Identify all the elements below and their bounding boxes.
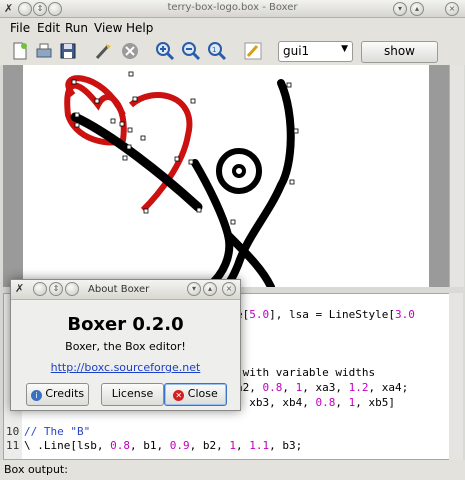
license-button[interactable]: License bbox=[101, 383, 164, 406]
code-token: with variable widths bbox=[236, 366, 376, 380]
logo-drawing[interactable] bbox=[23, 65, 429, 287]
new-file-icon[interactable] bbox=[10, 41, 30, 61]
info-icon: i bbox=[30, 390, 42, 401]
app-logo-icon[interactable]: ✗ bbox=[15, 282, 24, 295]
code-number: 0.8 bbox=[262, 381, 283, 394]
dialog-menu-button[interactable] bbox=[33, 282, 47, 296]
chevron-down-icon: ▼ bbox=[341, 44, 348, 54]
menu-help[interactable]: Help bbox=[126, 21, 153, 35]
code-text: \ .Line[lsb, 0.8, b1, 0.9, b2, 1, 1.1, b… bbox=[24, 439, 302, 452]
credits-button[interactable]: i Credits bbox=[26, 383, 89, 406]
close-button[interactable]: ✕ Close bbox=[164, 383, 227, 406]
code-token: , xb3, xb4, bbox=[236, 395, 316, 409]
run-icon[interactable] bbox=[94, 41, 114, 61]
code-token: , bbox=[282, 381, 296, 394]
code-number: 5.0 bbox=[249, 308, 270, 321]
print-icon[interactable] bbox=[34, 41, 54, 61]
code-token: , b3; bbox=[269, 439, 303, 453]
code-number: 1 bbox=[229, 439, 236, 453]
canvas-area[interactable] bbox=[3, 65, 449, 287]
code-text: a2, 0.8, 1, xa3, 1.2, xa4; bbox=[236, 381, 408, 394]
zoom-fit-icon[interactable]: 1 bbox=[207, 41, 227, 61]
line-number: 10 bbox=[6, 424, 20, 438]
line-number: 11 bbox=[6, 439, 20, 453]
view-select-value: gui1 bbox=[283, 44, 310, 58]
program-name: Boxer 0.2.0 bbox=[67, 314, 184, 335]
code-number: 1.2 bbox=[348, 381, 369, 394]
menu-edit[interactable]: Edit bbox=[37, 21, 60, 35]
dialog-close-icon[interactable]: × bbox=[222, 282, 236, 296]
code-comment: // The "B" bbox=[24, 424, 91, 438]
about-dialog-titlebar[interactable]: ✗ ⇕ About Boxer ▾ ▴ × bbox=[11, 280, 240, 300]
code-number: 0.9 bbox=[169, 439, 190, 453]
stop-icon[interactable] bbox=[120, 41, 140, 61]
code-token: , bbox=[335, 395, 349, 409]
about-dialog: ✗ ⇕ About Boxer ▾ ▴ × Boxer 0.2.0 Boxer,… bbox=[10, 279, 241, 411]
status-bar: Box output: bbox=[0, 460, 465, 480]
show-button[interactable]: show bbox=[361, 41, 438, 63]
code-number: 0.8 bbox=[110, 439, 130, 453]
dialog-sticky-button[interactable] bbox=[65, 282, 79, 296]
program-comment: Boxer, the Box editor! bbox=[65, 340, 186, 353]
credits-button-label: Credits bbox=[45, 387, 85, 400]
code-token: ], lsa = LineStyle[ bbox=[269, 308, 395, 321]
code-text: with variable widths bbox=[236, 366, 375, 379]
code-token: , xb5] bbox=[355, 395, 395, 409]
close-button-label: Close bbox=[187, 387, 218, 400]
code-token: , xa3, bbox=[302, 381, 349, 394]
zoom-in-icon[interactable] bbox=[155, 41, 175, 61]
menu-file[interactable]: File bbox=[10, 21, 30, 35]
code-text: , xb3, xb4, 0.8, 1, xb5] bbox=[236, 396, 395, 409]
website-link[interactable]: http://boxc.sourceforge.net bbox=[11, 361, 240, 374]
code-token: , b1, bbox=[129, 439, 170, 453]
menu-run[interactable]: Run bbox=[65, 21, 88, 35]
logo-head bbox=[216, 148, 262, 194]
code-token: , b2, bbox=[189, 439, 230, 453]
menu-view[interactable]: View bbox=[94, 21, 122, 35]
code-token: \ .Line[lsb, bbox=[24, 439, 111, 453]
close-icon: ✕ bbox=[173, 390, 185, 401]
code-number: 1.1 bbox=[249, 439, 270, 453]
code-token: , bbox=[235, 439, 250, 453]
code-text: e[5.0], lsa = LineStyle[3.0 bbox=[236, 308, 415, 321]
canvas-scrollbar[interactable] bbox=[449, 65, 464, 287]
view-select[interactable]: gui1 ▼ bbox=[278, 41, 353, 62]
logo-eye bbox=[232, 164, 246, 178]
drawing-canvas[interactable] bbox=[23, 65, 429, 287]
box-output-label: Box output: bbox=[4, 463, 68, 476]
dialog-minimize-button[interactable]: ▾ bbox=[187, 282, 201, 296]
about-dialog-title: About Boxer bbox=[88, 284, 150, 295]
code-number: 3.0 bbox=[394, 308, 415, 321]
dialog-maximize-button[interactable]: ▴ bbox=[203, 282, 217, 296]
dialog-shade-button[interactable]: ⇕ bbox=[49, 282, 63, 296]
code-token: , xa4; bbox=[368, 381, 409, 394]
zoom-out-icon[interactable] bbox=[181, 41, 201, 61]
svg-text:1: 1 bbox=[212, 46, 216, 54]
close-window-button[interactable]: × bbox=[445, 2, 459, 16]
code-number: 0.8 bbox=[315, 395, 336, 409]
save-icon[interactable] bbox=[58, 41, 78, 61]
menubar: File Edit Run View Help bbox=[0, 18, 465, 38]
window-titlebar[interactable]: ✗ ⇕ terry-box-logo.box - Boxer ▾ ▴ × bbox=[0, 0, 465, 18]
minimize-button[interactable]: ▾ bbox=[393, 2, 407, 16]
code-text: // The "B" bbox=[24, 425, 90, 438]
editor-scrollbar[interactable] bbox=[449, 293, 463, 460]
edit-pencil-icon[interactable] bbox=[243, 41, 263, 61]
maximize-button[interactable]: ▴ bbox=[410, 2, 424, 16]
